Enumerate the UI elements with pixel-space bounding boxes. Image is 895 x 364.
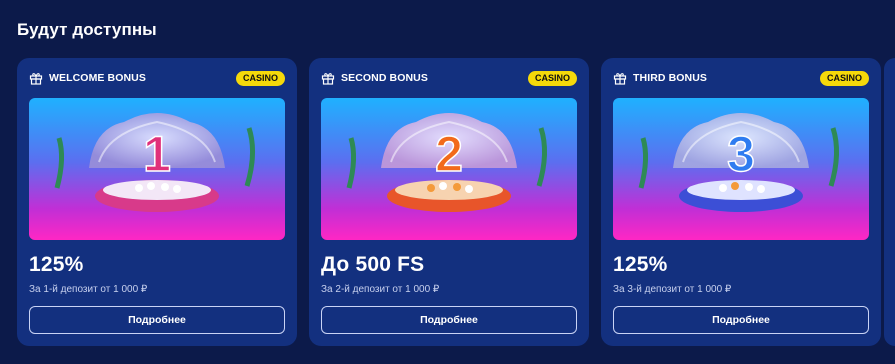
next-card-peek: [884, 58, 895, 346]
card-header: WELCOME BONUS CASINO: [29, 70, 285, 86]
bonus-cards: WELCOME BONUS CASINO 1 125% За 1-й депоз…: [17, 58, 881, 346]
bonus-card-second: SECOND BONUS CASINO 2 До 500 FS За 2-й д…: [309, 58, 589, 346]
banner-digit: 3: [727, 126, 755, 182]
bonus-banner-image: 2: [321, 98, 577, 240]
bonus-card-third: THIRD BONUS CASINO 3 125% За 3-й депозит…: [601, 58, 881, 346]
card-header: SECOND BONUS CASINO: [321, 70, 577, 86]
casino-badge: CASINO: [235, 70, 285, 86]
card-header: THIRD BONUS CASINO: [613, 70, 869, 86]
details-button[interactable]: Подробнее: [613, 306, 869, 334]
section-title: Будут доступны: [17, 20, 157, 39]
card-title: SECOND BONUS: [341, 72, 428, 84]
bonus-banner-image: 1: [29, 98, 285, 240]
banner-digit: 1: [143, 126, 171, 182]
casino-badge: CASINO: [819, 70, 869, 86]
bonus-banner-image: 3: [613, 98, 869, 240]
bonus-condition: За 1-й депозит от 1 000 ₽: [29, 284, 148, 295]
casino-badge: CASINO: [527, 70, 577, 86]
bonus-amount: 125%: [29, 253, 84, 276]
bonus-condition: За 2-й депозит от 1 000 ₽: [321, 284, 440, 295]
card-title: WELCOME BONUS: [49, 72, 146, 84]
gift-icon: [29, 71, 43, 85]
bonus-card-welcome: WELCOME BONUS CASINO 1 125% За 1-й депоз…: [17, 58, 297, 346]
card-title: THIRD BONUS: [633, 72, 708, 84]
gift-icon: [613, 71, 627, 85]
banner-digit: 2: [435, 126, 463, 182]
bonus-condition: За 3-й депозит от 1 000 ₽: [613, 284, 732, 295]
bonus-amount: 125%: [613, 253, 668, 276]
bonus-amount: До 500 FS: [321, 253, 425, 276]
details-button[interactable]: Подробнее: [321, 306, 577, 334]
gift-icon: [321, 71, 335, 85]
details-button[interactable]: Подробнее: [29, 306, 285, 334]
